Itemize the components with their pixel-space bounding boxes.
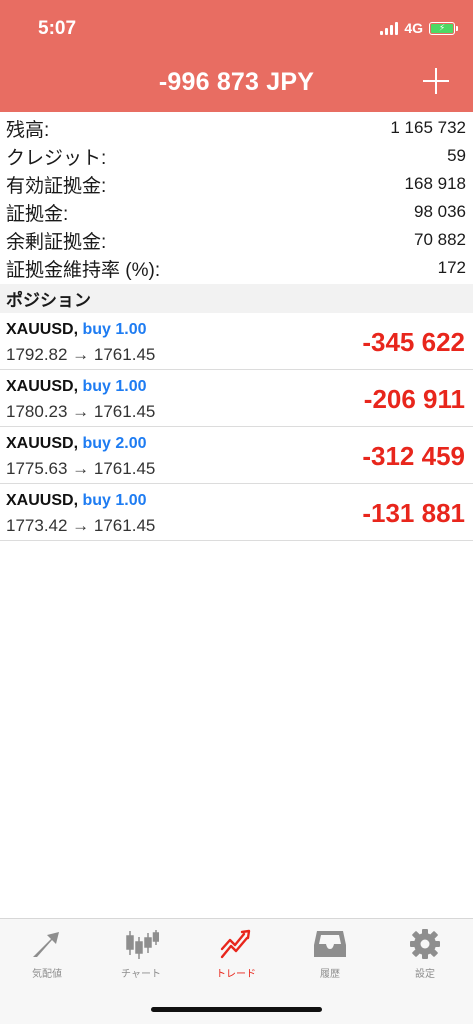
- network-type: 4G: [404, 20, 423, 36]
- position-symbol: XAUUSD,: [6, 435, 79, 452]
- account-profit-title: -996 873 JPY: [158, 68, 315, 96]
- summary-row-credit: クレジット: 59: [0, 142, 473, 170]
- position-prices: 1780.23 → 1761.45: [6, 402, 156, 421]
- position-prices: 1773.42 → 1761.45: [6, 516, 156, 535]
- summary-label: クレジット:: [6, 147, 107, 169]
- gear-icon: [410, 929, 440, 959]
- summary-row-margin: 証拠金: 98 036: [0, 198, 473, 226]
- position-prices: 1792.82 → 1761.45: [6, 345, 156, 364]
- summary-label: 証拠金:: [6, 203, 69, 225]
- home-indicator[interactable]: [151, 1007, 322, 1012]
- trade-chart-icon: [220, 929, 251, 959]
- position-row[interactable]: XAUUSD, buy 1.00 1773.42 → 1761.45 -131 …: [0, 484, 473, 541]
- tab-chart[interactable]: チャート: [94, 927, 188, 980]
- positions-section-header: ポジション: [0, 284, 473, 313]
- summary-row-margin-level: 証拠金維持率 (%): 172: [0, 254, 473, 282]
- tab-label: チャート: [121, 969, 161, 980]
- position-symbol-line: XAUUSD, buy 1.00: [6, 378, 147, 396]
- position-row[interactable]: XAUUSD, buy 2.00 1775.63 → 1761.45 -312 …: [0, 427, 473, 484]
- tab-settings[interactable]: 設定: [378, 927, 472, 980]
- position-profit: -206 911: [363, 384, 465, 414]
- status-indicators: 4G ⚡: [380, 20, 458, 36]
- position-type: buy 1.00: [82, 378, 147, 395]
- summary-value: 1 165 732: [390, 118, 466, 137]
- summary-label: 余剰証拠金:: [6, 231, 107, 253]
- position-row[interactable]: XAUUSD, buy 1.00 1780.23 → 1761.45 -206 …: [0, 370, 473, 427]
- position-symbol-line: XAUUSD, buy 1.00: [6, 492, 147, 510]
- summary-row-equity: 有効証拠金: 168 918: [0, 170, 473, 198]
- position-symbol: XAUUSD,: [6, 492, 79, 509]
- new-order-plus-button[interactable]: [419, 64, 453, 98]
- summary-value: 70 882: [414, 230, 466, 249]
- position-type: buy 2.00: [82, 435, 147, 452]
- position-type: buy 1.00: [82, 492, 147, 509]
- position-row[interactable]: XAUUSD, buy 1.00 1792.82 → 1761.45 -345 …: [0, 313, 473, 370]
- tab-label: 設定: [415, 969, 435, 980]
- tab-trade[interactable]: トレード: [189, 927, 283, 980]
- position-prices: 1775.63 → 1761.45: [6, 459, 156, 478]
- inbox-tray-icon: [314, 931, 346, 957]
- summary-row-balance: 残高: 1 165 732: [0, 114, 473, 142]
- quotes-arrows-icon: [33, 932, 59, 957]
- account-summary: 残高: 1 165 732 クレジット: 59 有効証拠金: 168 918 証…: [0, 114, 473, 282]
- summary-value: 98 036: [414, 202, 466, 221]
- battery-charging-icon: ⚡: [429, 21, 458, 35]
- tab-history[interactable]: 履歴: [283, 927, 377, 980]
- candlestick-chart-icon: [126, 930, 159, 959]
- summary-row-free-margin: 余剰証拠金: 70 882: [0, 226, 473, 254]
- summary-label: 有効証拠金:: [6, 175, 107, 197]
- summary-label: 証拠金維持率 (%):: [6, 259, 161, 281]
- summary-value: 172: [437, 258, 466, 277]
- position-type: buy 1.00: [82, 321, 147, 338]
- header-bar: 5:07 4G ⚡ -996 873 JPY: [0, 0, 473, 112]
- tab-label: トレード: [216, 969, 256, 980]
- cellular-signal-icon: [380, 21, 399, 35]
- position-symbol-line: XAUUSD, buy 2.00: [6, 435, 147, 453]
- summary-label: 残高:: [6, 119, 50, 141]
- position-profit: -131 881: [362, 498, 465, 528]
- position-profit: -345 622: [362, 327, 465, 357]
- position-symbol-line: XAUUSD, buy 1.00: [6, 321, 147, 339]
- tab-label: 気配値: [32, 969, 62, 980]
- position-profit: -312 459: [362, 441, 465, 471]
- position-symbol: XAUUSD,: [6, 378, 79, 395]
- positions-list: XAUUSD, buy 1.00 1792.82 → 1761.45 -345 …: [0, 313, 473, 541]
- status-time: 5:07: [38, 18, 77, 39]
- position-symbol: XAUUSD,: [6, 321, 79, 338]
- tab-quotes[interactable]: 気配値: [0, 927, 94, 980]
- summary-value: 168 918: [404, 174, 466, 193]
- tab-label: 履歴: [320, 969, 340, 980]
- summary-value: 59: [447, 146, 466, 165]
